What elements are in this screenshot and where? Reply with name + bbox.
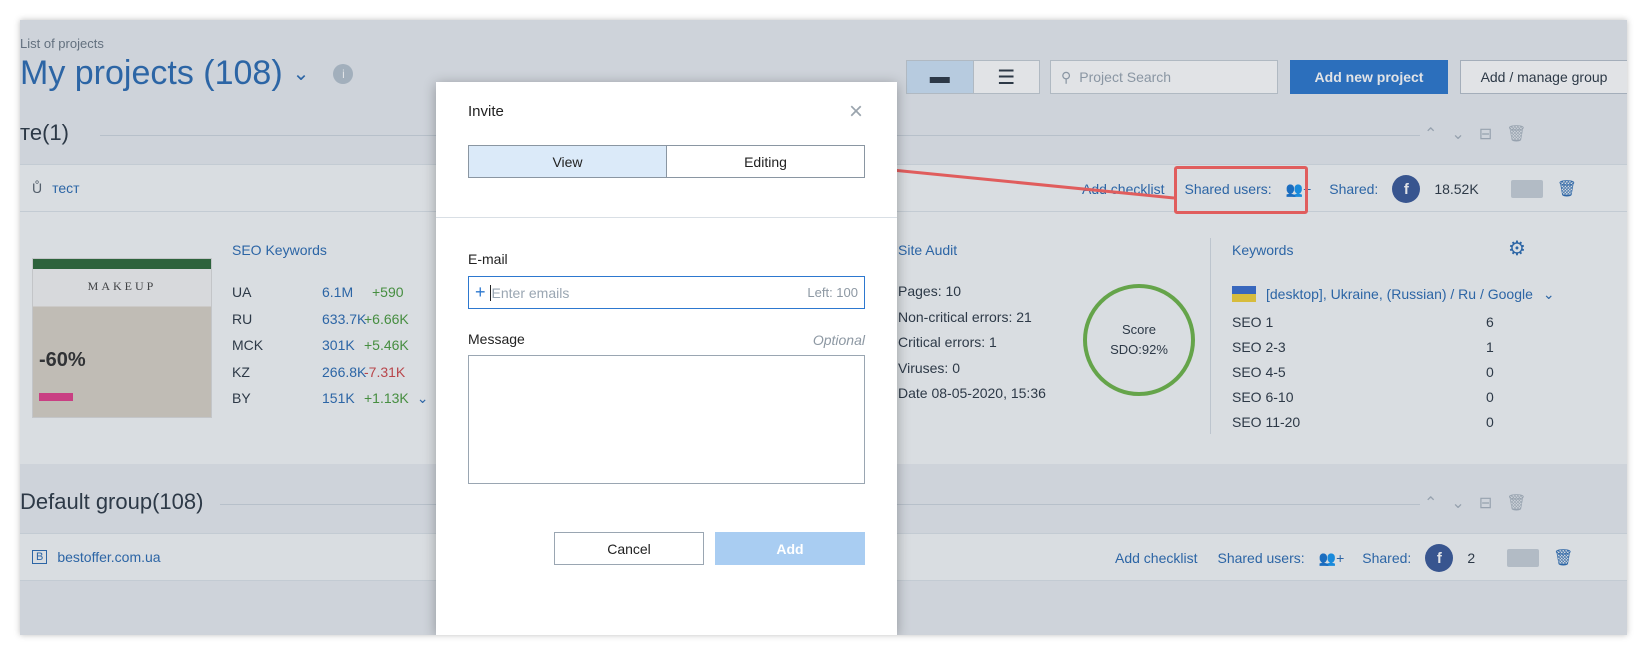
app-window: List of projects My projects (108) ⌄ i ▬… — [20, 20, 1627, 635]
tab-view[interactable]: View — [469, 146, 667, 177]
invite-dialog: Invite × View Editing E-mail + Enter ema… — [436, 82, 897, 635]
dialog-divider — [436, 217, 897, 218]
close-icon[interactable]: × — [849, 98, 863, 126]
message-label: Message — [468, 331, 525, 347]
plus-icon[interactable]: + — [475, 282, 486, 303]
optional-hint: Optional — [812, 332, 865, 348]
dialog-title: Invite — [468, 103, 504, 120]
email-label: E-mail — [468, 251, 508, 267]
message-field[interactable] — [468, 355, 865, 484]
add-button[interactable]: Add — [715, 532, 865, 565]
tab-editing[interactable]: Editing — [667, 146, 864, 177]
email-remaining: Left: 100 — [807, 285, 858, 300]
access-tabs: View Editing — [468, 145, 865, 178]
cancel-button[interactable]: Cancel — [554, 532, 704, 565]
email-placeholder: Enter emails — [489, 284, 808, 301]
email-field[interactable]: + Enter emails Left: 100 — [468, 276, 865, 309]
